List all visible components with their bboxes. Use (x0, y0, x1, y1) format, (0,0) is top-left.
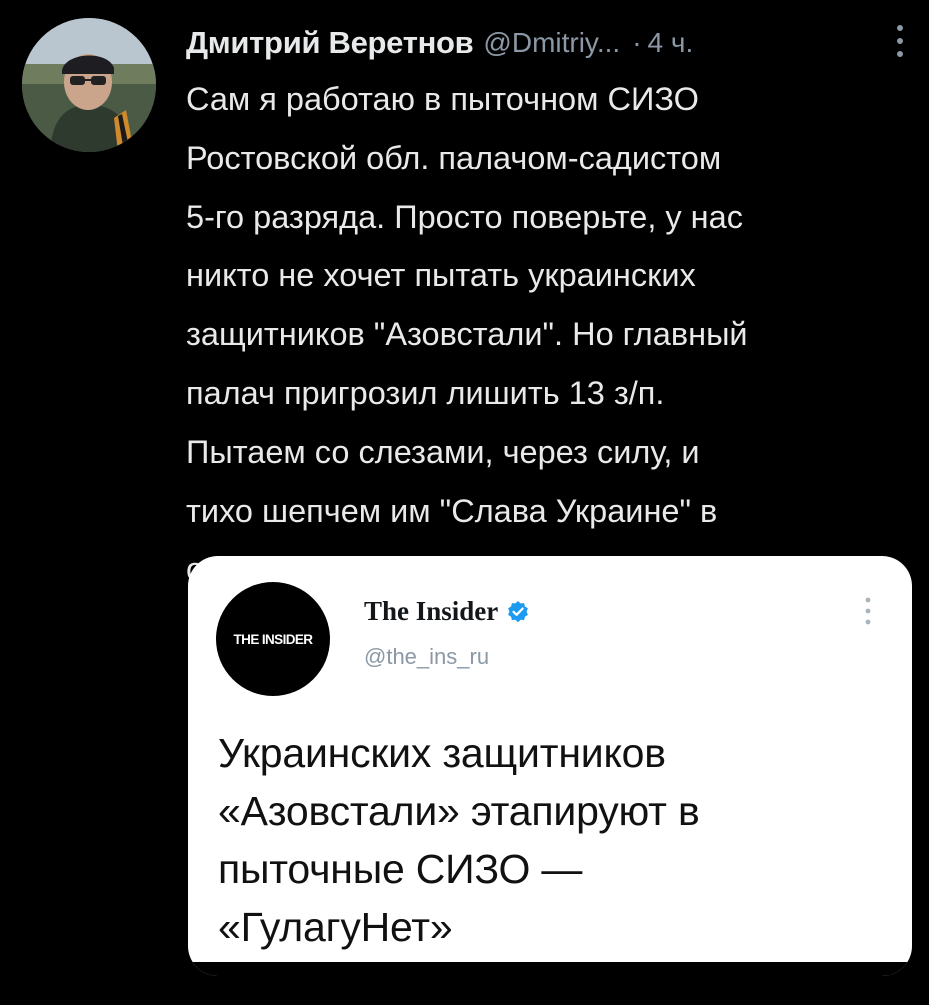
tweet-body-line: тихо шепчем им "Слава Украине" в (186, 492, 718, 529)
separator-dot: · (632, 27, 642, 58)
avatar-photo (22, 18, 156, 152)
quoted-text-line: пыточные СИЗО — (218, 846, 583, 892)
quoted-text-line: «Азовстали» этапируют в (218, 788, 700, 834)
quoted-tweet-card[interactable]: THE INSIDER The Insider @the_ins_ru Укра… (188, 556, 912, 976)
quoted-author-avatar[interactable]: THE INSIDER (216, 582, 330, 696)
author-name[interactable]: Дмитрий Веретнов (186, 25, 474, 61)
tweet-body-line: Пытаем со слезами, через силу, и (186, 433, 700, 470)
author-handle[interactable]: @Dmitriy... (483, 27, 620, 59)
tweet-body: Сам я работаю в пыточном СИЗО Ростовской… (186, 70, 906, 599)
tweet[interactable]: Дмитрий Веретнов @Dmitriy... · 4 ч. Сам … (0, 0, 929, 1005)
tweet-body-line: 5-го разряда. Просто поверьте, у нас (186, 198, 743, 235)
tweet-body-line: защитников "Азовстали". Но главный (186, 316, 748, 353)
author-avatar[interactable] (22, 18, 156, 152)
quoted-text-line: «ГулагуНет» (218, 904, 453, 950)
quoted-author-name-row[interactable]: The Insider (364, 596, 530, 627)
more-vertical-icon[interactable] (895, 24, 905, 58)
quoted-author-name: The Insider (364, 596, 499, 626)
quoted-tweet-text: Украинских защитников «Азовстали» этапир… (218, 724, 898, 956)
quoted-author-handle[interactable]: @the_ins_ru (364, 644, 489, 670)
tweet-body-line: Ростовской обл. палачом-садистом (186, 139, 722, 176)
tweet-body-line: палач пригрозил лишить 13 з/п. (186, 374, 665, 411)
quoted-avatar-logo-text: THE INSIDER (233, 631, 314, 647)
tweet-timestamp[interactable]: 4 ч. (648, 27, 694, 59)
verified-badge-icon (508, 600, 529, 622)
quoted-more-vertical-icon[interactable] (864, 596, 872, 626)
tweet-header: Дмитрий Веретнов @Dmitriy... · 4 ч. (186, 18, 909, 68)
tweet-body-line: никто не хочет пытать украинских (186, 257, 696, 294)
tweet-body-line: Сам я работаю в пыточном СИЗО (186, 81, 699, 117)
quoted-text-line: Украинских защитников (218, 730, 666, 776)
embed-crop-edge (188, 962, 912, 976)
